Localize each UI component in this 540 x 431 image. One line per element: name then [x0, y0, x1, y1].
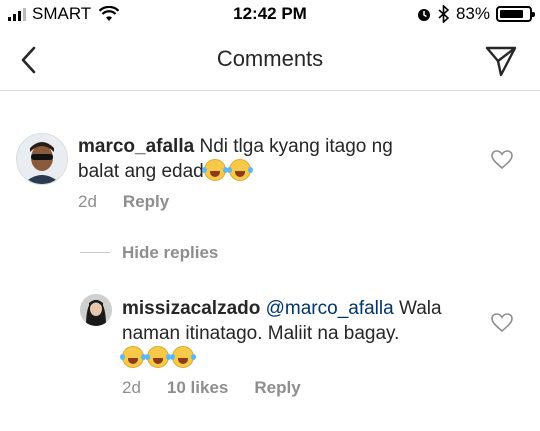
- avatar[interactable]: [16, 133, 68, 185]
- likes-count-link[interactable]: 10 likes: [167, 378, 228, 398]
- reply-button[interactable]: Reply: [123, 192, 169, 212]
- avatar-photo: [17, 134, 67, 184]
- comment-username[interactable]: marco_afalla: [78, 136, 194, 157]
- laughing-emoji-icon: [201, 159, 226, 181]
- status-right: 83%: [416, 4, 535, 24]
- comment-text: marco_afalla Ndi tlga kyang itago ng bal…: [78, 134, 438, 184]
- replies-divider: [80, 252, 110, 253]
- laughing-emoji-icon: [145, 346, 169, 368]
- reply-age: 2d: [122, 378, 141, 397]
- reply-username[interactable]: missizacalzado: [122, 298, 260, 319]
- reply-text: missizacalzado @marco_afalla Wala naman …: [120, 296, 462, 371]
- laughing-emoji-icon: [120, 346, 144, 368]
- battery-icon: [496, 6, 535, 22]
- alarm-icon: [417, 9, 430, 21]
- status-bar: SMART 12:42 PM 83%: [0, 0, 540, 30]
- like-heart-icon[interactable]: [491, 150, 513, 170]
- avatar-photo: [80, 294, 112, 326]
- hide-replies-button[interactable]: Hide replies: [122, 243, 218, 263]
- avatar[interactable]: [80, 294, 112, 326]
- bluetooth-icon: [438, 5, 450, 23]
- reply-mention-link[interactable]: @marco_afalla: [266, 298, 394, 319]
- laughing-emoji-icon: [170, 346, 194, 368]
- like-heart-icon[interactable]: [491, 313, 513, 333]
- navigation-bar: Comments: [0, 30, 540, 91]
- page-title: Comments: [216, 46, 324, 71]
- reply-meta: 2d 10 likes Reply: [122, 378, 301, 398]
- comment-age: 2d: [78, 192, 97, 211]
- reply-button[interactable]: Reply: [254, 378, 300, 398]
- comment-meta: 2d Reply: [78, 192, 169, 212]
- battery-percent: 83%: [455, 4, 490, 23]
- laughing-emoji-icon: [226, 159, 251, 181]
- direct-message-icon[interactable]: [484, 44, 518, 78]
